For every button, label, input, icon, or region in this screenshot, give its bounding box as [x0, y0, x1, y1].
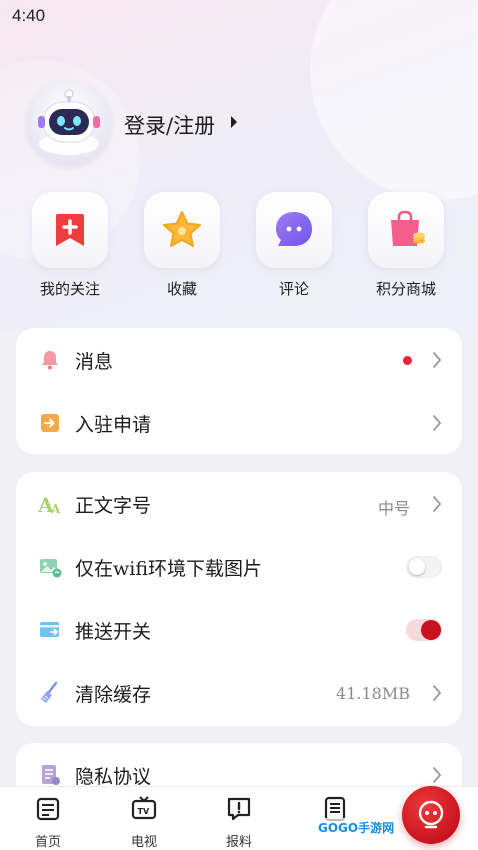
tab-tv[interactable]: TV 电视 — [109, 795, 179, 850]
login-register-link[interactable]: 登录/注册 — [124, 110, 215, 140]
avatar[interactable] — [26, 80, 112, 166]
quick-action-label: 我的关注 — [39, 280, 100, 298]
row-label: 隐私协议 — [75, 766, 152, 788]
svg-text:A: A — [50, 502, 61, 516]
report-icon — [227, 797, 251, 821]
row-label: 正文字号 — [75, 495, 152, 517]
bell-icon — [42, 351, 58, 370]
font-size-value: 中号 — [377, 499, 410, 518]
font-size-icon: A A — [38, 493, 61, 516]
row-push-switch: 推送开关 — [16, 599, 462, 661]
quick-action-points-mall[interactable]: 积分商城 — [358, 192, 454, 299]
quick-action-following[interactable]: 我的关注 — [22, 192, 118, 299]
shopping-bag-icon — [391, 210, 425, 246]
home-news-icon — [36, 797, 60, 821]
row-label: 推送开关 — [75, 621, 152, 643]
row-messages[interactable]: 消息 — [16, 329, 462, 391]
status-time: 4:40 — [12, 6, 46, 25]
push-toggle[interactable] — [406, 619, 442, 641]
quick-action-label: 积分商城 — [375, 280, 436, 298]
chevron-right-icon — [433, 767, 442, 783]
row-label: 消息 — [75, 351, 114, 373]
row-label: 仅在wifi环境下载图片 — [75, 558, 263, 580]
row-font-size[interactable]: A A 正文字号 中号 — [16, 473, 462, 535]
tab-home[interactable]: 首页 — [13, 795, 83, 850]
row-clear-cache[interactable]: 清除缓存 41.18MB — [16, 662, 462, 724]
caret-right-icon — [231, 116, 237, 128]
tv-icon: TV — [131, 796, 157, 820]
tab-label: 报料 — [225, 835, 252, 850]
star-icon — [163, 211, 201, 247]
wifi-images-toggle[interactable] — [406, 556, 442, 578]
quick-action-favorites[interactable]: 收藏 — [134, 192, 230, 299]
bookmark-plus-icon — [56, 214, 84, 246]
broom-icon — [41, 681, 58, 703]
robot-assistant-icon — [418, 800, 444, 829]
document-icon — [42, 765, 60, 785]
assistant-button[interactable] — [402, 786, 460, 844]
chevron-right-icon — [433, 496, 442, 512]
tab-report[interactable]: 报料 — [204, 795, 274, 850]
decor-blob — [310, 0, 478, 200]
image-wifi-icon — [40, 559, 62, 578]
quick-actions: 我的关注 收藏 评论 积分商城 — [0, 192, 478, 302]
unread-dot — [403, 356, 412, 365]
settings-group-messages: 消息 入驻申请 — [16, 328, 462, 454]
enter-icon — [41, 414, 59, 432]
chevron-right-icon — [433, 415, 442, 431]
row-wifi-images: 仅在wifi环境下载图片 — [16, 536, 462, 598]
settings-group-preferences: A A 正文字号 中号 仅在wifi环境下载图片 推送开关 清除缓存 41.18… — [16, 472, 462, 726]
tab-label: 首页 — [34, 835, 61, 850]
quick-action-label: 收藏 — [166, 280, 197, 298]
row-label: 入驻申请 — [75, 414, 152, 436]
cache-size-value: 41.18MB — [336, 684, 410, 703]
quick-action-label: 评论 — [278, 280, 309, 298]
robot-avatar-icon — [38, 89, 100, 155]
comment-bubble-icon — [276, 212, 312, 246]
quick-action-comments[interactable]: 评论 — [246, 192, 342, 299]
svg-text:TV: TV — [138, 807, 150, 816]
row-settle-apply[interactable]: 入驻申请 — [16, 392, 462, 454]
chevron-right-icon — [433, 352, 442, 368]
row-label: 清除缓存 — [75, 684, 152, 706]
chevron-right-icon — [433, 685, 442, 701]
watermark-logo: GOGO手游网 — [314, 818, 399, 837]
tab-label: 电视 — [130, 835, 157, 850]
push-icon — [40, 622, 59, 637]
